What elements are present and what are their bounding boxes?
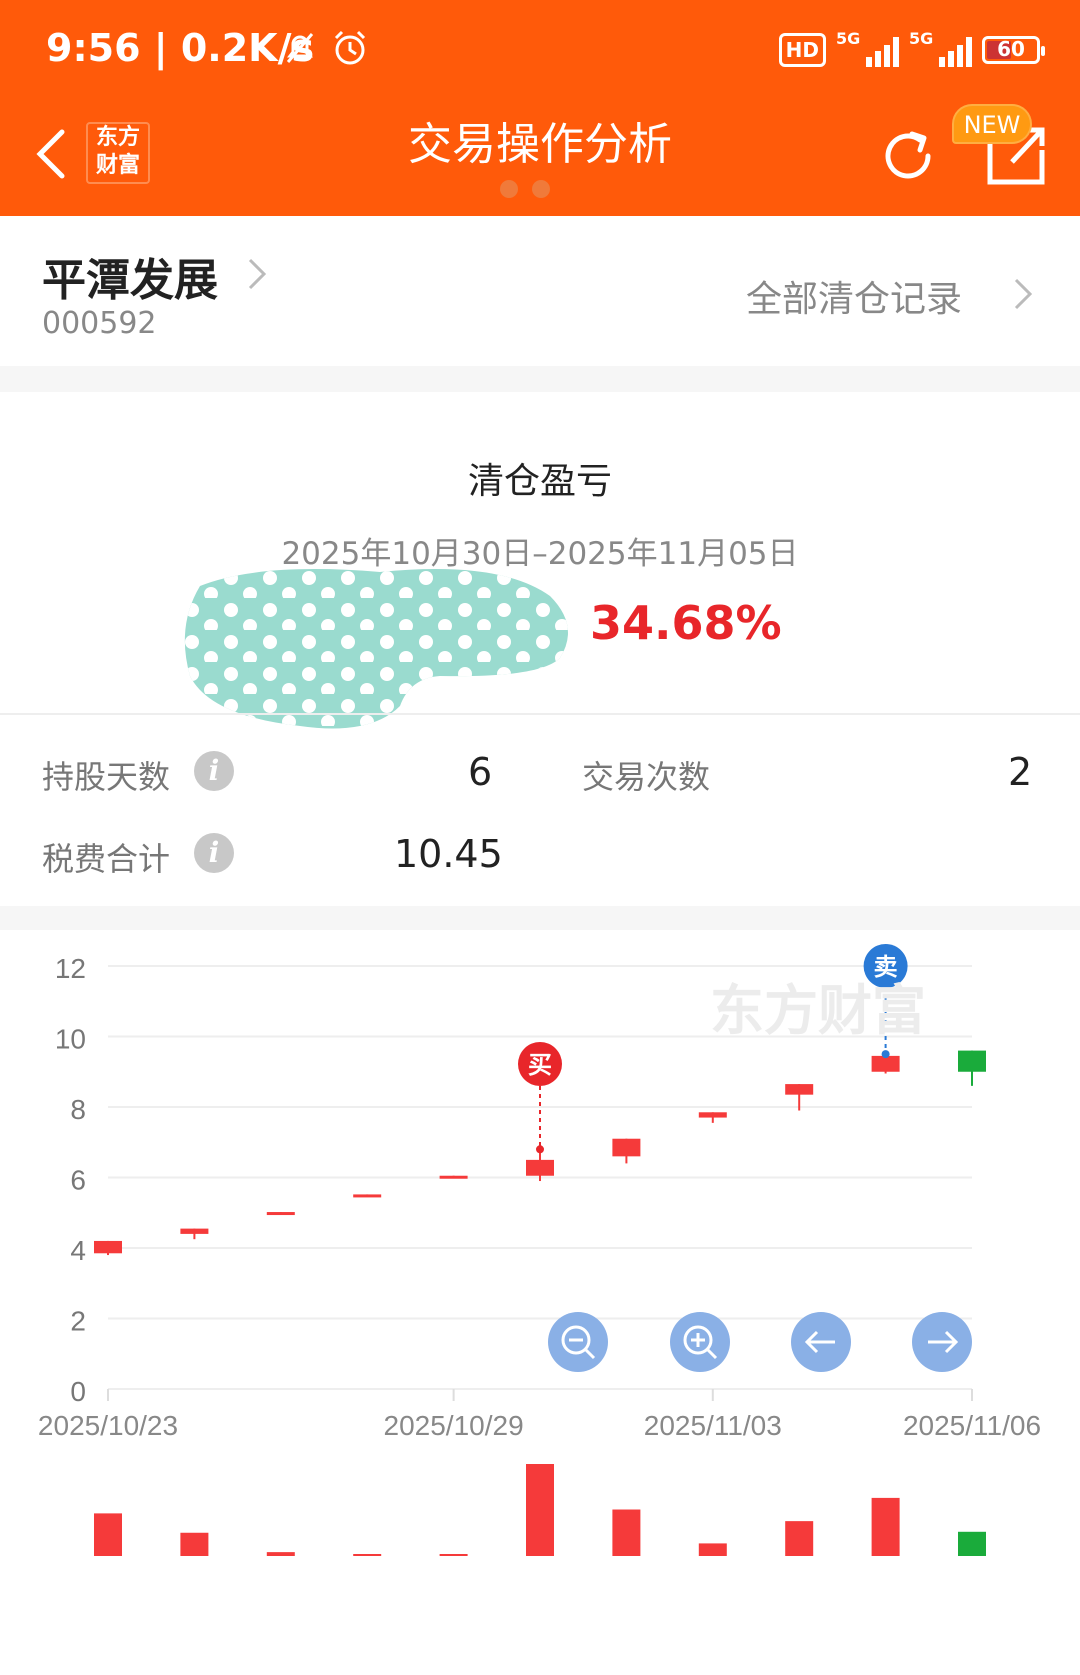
chevron-right-icon[interactable]	[1012, 276, 1034, 312]
y-tick-label: 2	[70, 1306, 86, 1337]
scroll-right-button[interactable]	[912, 1312, 972, 1372]
volume-bar	[180, 1532, 209, 1556]
summary-title: 清仓盈亏	[467, 461, 612, 502]
candle-body	[94, 1240, 122, 1254]
status-time: 9:56 | 0.2K/s	[46, 26, 315, 70]
divider	[0, 713, 1080, 715]
stock-name[interactable]: 平潭发展	[42, 244, 218, 308]
redaction-blob	[184, 569, 568, 729]
marker-dot	[536, 1145, 544, 1154]
holding-days-label: 持股天数	[42, 758, 171, 796]
all-records-link[interactable]: 全部清仓记录	[746, 270, 962, 322]
arrow-left-icon	[804, 1330, 835, 1354]
hd-badge: HD	[778, 33, 826, 67]
fees-label: 税费合计	[42, 840, 171, 878]
holding-days-value: 6	[468, 750, 493, 794]
candle-body	[698, 1112, 727, 1118]
volume-bar	[526, 1464, 554, 1556]
status-bar: 9:56 | 0.2K/s HD 5G 5G 60	[0, 0, 1080, 100]
chart-watermark: 东方财富	[710, 979, 926, 1042]
divider	[0, 906, 1080, 930]
signal-icon: 5G	[836, 29, 899, 67]
y-tick-label: 8	[70, 1094, 86, 1125]
volume-bar	[353, 1554, 382, 1556]
trade-count-value: 2	[1008, 750, 1033, 794]
signal-icon: 5G	[909, 29, 972, 67]
trade-marker-label: 买	[528, 1051, 552, 1079]
stock-code: 000592	[42, 306, 157, 341]
zoom-out-button[interactable]	[548, 1312, 608, 1372]
volume-bar	[612, 1509, 641, 1556]
scroll-left-button[interactable]	[791, 1312, 851, 1372]
volume-bar	[266, 1552, 295, 1556]
y-tick-label: 0	[70, 1376, 86, 1407]
info-icon[interactable]: i	[194, 833, 234, 873]
volume-bar	[958, 1531, 986, 1556]
x-tick-label: 2025/10/29	[384, 1410, 524, 1441]
candle-body	[266, 1212, 295, 1216]
chevron-right-icon[interactable]	[246, 256, 268, 292]
trade-count-label: 交易次数	[582, 758, 711, 796]
battery-icon: 60	[982, 36, 1045, 64]
candle-body	[612, 1138, 641, 1157]
marker-dot	[881, 1050, 890, 1059]
refresh-icon[interactable]	[876, 124, 940, 188]
x-tick-label: 2025/11/03	[644, 1410, 782, 1441]
divider	[0, 366, 1080, 392]
profit-percent: 34.68%	[590, 596, 782, 650]
candle-body	[353, 1194, 382, 1198]
volume-bar	[439, 1554, 468, 1556]
y-tick-label: 4	[70, 1235, 86, 1266]
volume-bar	[698, 1543, 727, 1556]
candle-body	[871, 1055, 900, 1072]
zoom-in-button[interactable]	[670, 1312, 730, 1372]
x-tick-label: 2025/11/06	[903, 1410, 1041, 1441]
x-tick-label: 2025/10/23	[38, 1410, 178, 1441]
candle-body	[526, 1159, 554, 1176]
candle-body	[958, 1050, 986, 1072]
y-tick-label: 10	[55, 1024, 86, 1055]
fees-value: 10.45	[394, 832, 503, 876]
info-icon[interactable]: i	[194, 751, 234, 791]
candle-body	[439, 1175, 468, 1179]
arrow-right-icon	[928, 1330, 959, 1354]
zoom-in-icon	[683, 1325, 718, 1360]
alarm-clock-icon	[334, 30, 366, 65]
bell-muted-icon	[286, 33, 314, 63]
candle-body	[180, 1228, 209, 1234]
volume-bar	[871, 1497, 900, 1556]
volume-bar	[94, 1513, 122, 1556]
bottom-area	[0, 1630, 1080, 1675]
volume-bar	[785, 1521, 814, 1556]
y-tick-label: 6	[70, 1165, 86, 1196]
zoom-out-icon	[561, 1325, 596, 1360]
new-badge: NEW	[952, 104, 1032, 144]
y-tick-label: 12	[55, 953, 86, 984]
candle-body	[785, 1084, 814, 1095]
page-indicator	[500, 180, 550, 198]
